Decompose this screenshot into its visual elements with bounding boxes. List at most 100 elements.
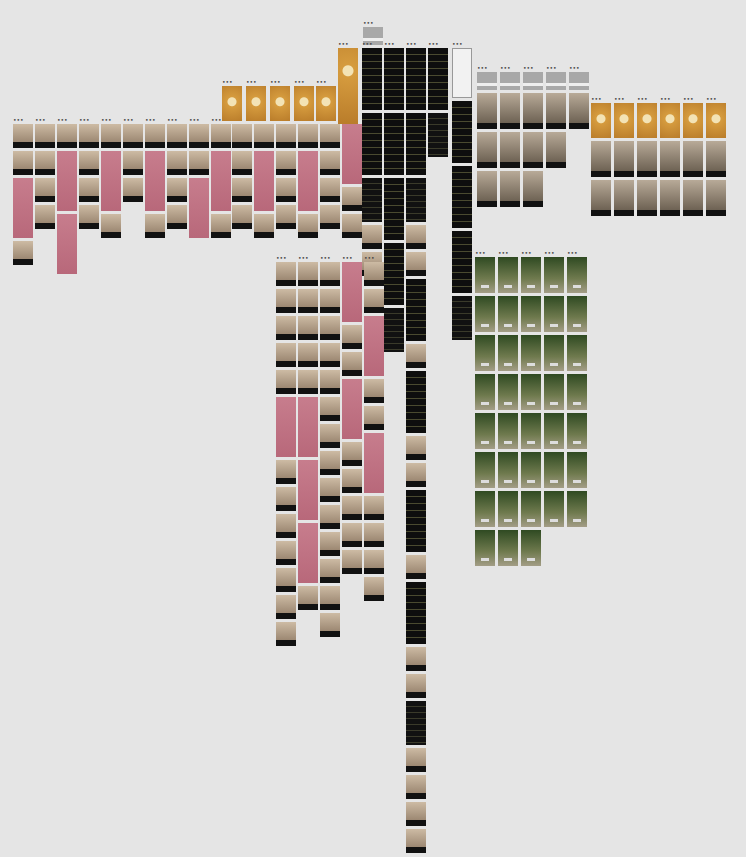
frame-group[interactable]: ••• [384,40,404,352]
frame[interactable] [101,214,121,238]
frame[interactable] [569,72,589,90]
frame[interactable] [276,487,296,511]
frame[interactable] [320,289,340,313]
frame-group[interactable]: ••• [101,116,121,238]
frame[interactable] [406,674,426,698]
frame[interactable] [384,178,404,240]
frame-label[interactable]: ••• [363,19,383,27]
frame[interactable] [276,289,296,313]
frame[interactable] [544,257,564,293]
frame-group[interactable]: ••• [521,249,541,566]
frame[interactable] [123,124,143,148]
frame[interactable] [498,296,518,332]
frame[interactable] [364,550,384,574]
frame[interactable] [364,379,384,403]
frame[interactable] [683,141,703,177]
frame-group[interactable]: ••• [320,116,340,229]
frame[interactable] [276,568,296,592]
frame[interactable] [298,151,318,211]
frame[interactable] [660,103,680,138]
frame[interactable] [298,124,318,148]
frame[interactable] [320,397,340,421]
frame-label[interactable]: ••• [270,78,290,86]
design-canvas[interactable]: ••••••••••••••••••••••••••••••••••••••••… [0,0,746,857]
frame[interactable] [614,180,634,216]
frame[interactable] [683,103,703,138]
frame[interactable] [276,370,296,394]
frame[interactable] [567,335,587,371]
frame-group[interactable]: ••• [316,78,336,121]
frame-group[interactable]: ••• [57,116,77,274]
frame-group[interactable]: ••• [683,95,703,216]
frame-group[interactable]: ••• [338,40,358,124]
frame[interactable] [232,124,252,148]
frame-group[interactable]: ••• [298,116,318,238]
frame[interactable] [342,523,362,547]
frame[interactable] [498,374,518,410]
frame-group[interactable]: ••• [232,116,252,229]
frame[interactable] [521,296,541,332]
frame-group[interactable]: ••• [342,116,362,238]
frame[interactable] [706,180,726,216]
frame[interactable] [79,124,99,148]
frame-label[interactable]: ••• [320,254,340,262]
frame-label[interactable]: ••• [246,78,266,86]
frame[interactable] [406,555,426,579]
frame-group[interactable]: ••• [428,40,448,157]
frame-label[interactable]: ••• [637,95,657,103]
frame[interactable] [316,86,336,121]
frame[interactable] [276,178,296,202]
frame[interactable] [406,802,426,826]
frame-group[interactable]: ••• [567,249,587,527]
frame[interactable] [167,205,187,229]
frame[interactable] [13,241,33,265]
frame[interactable] [276,397,296,457]
frame-group[interactable]: ••• [364,254,384,601]
frame[interactable] [384,113,404,175]
frame[interactable] [276,124,296,148]
frame[interactable] [342,469,362,493]
frame[interactable] [79,151,99,175]
frame-group[interactable]: ••• [475,249,495,566]
frame-group[interactable]: ••• [246,78,266,121]
frame[interactable] [342,442,362,466]
frame[interactable] [406,701,426,745]
frame[interactable] [498,491,518,527]
frame[interactable] [498,413,518,449]
frame[interactable] [145,151,165,211]
frame[interactable] [637,141,657,177]
frame[interactable] [320,586,340,610]
frame-label[interactable]: ••• [294,78,314,86]
frame[interactable] [406,748,426,772]
frame[interactable] [544,413,564,449]
frame-group[interactable]: ••• [254,116,274,238]
frame[interactable] [523,171,543,207]
frame[interactable] [567,413,587,449]
frame-label[interactable]: ••• [614,95,634,103]
frame-label[interactable]: ••• [342,254,362,262]
frame[interactable] [320,205,340,229]
frame[interactable] [406,775,426,799]
frame[interactable] [57,214,77,274]
frame[interactable] [270,86,290,121]
frame[interactable] [475,452,495,488]
frame[interactable] [591,141,611,177]
frame-label[interactable]: ••• [189,116,209,124]
frame[interactable] [477,171,497,207]
frame[interactable] [521,413,541,449]
frame-group[interactable]: ••• [222,78,242,121]
frame[interactable] [13,178,33,238]
frame[interactable] [342,187,362,211]
frame[interactable] [222,86,242,121]
frame[interactable] [523,72,543,90]
frame[interactable] [167,151,187,175]
frame[interactable] [428,48,448,110]
frame[interactable] [546,132,566,168]
frame[interactable] [211,124,231,148]
frame[interactable] [384,308,404,352]
frame[interactable] [232,178,252,202]
frame[interactable] [683,180,703,216]
frame[interactable] [298,214,318,238]
frame[interactable] [637,103,657,138]
frame-group[interactable]: ••• [706,95,726,216]
